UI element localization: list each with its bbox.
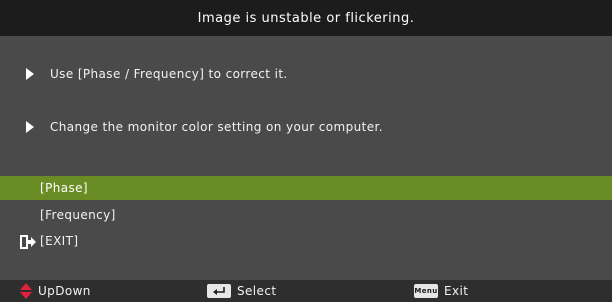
hint-exit-label: Exit bbox=[444, 284, 469, 298]
message-phase-frequency: Use [Phase / Frequency] to correct it. bbox=[0, 62, 612, 86]
hint-select-label: Select bbox=[237, 284, 277, 298]
triangle-right-icon bbox=[26, 121, 34, 133]
enter-key-icon bbox=[207, 284, 231, 298]
hint-updown: UpDown bbox=[20, 280, 91, 302]
message-monitor-color: Change the monitor color setting on your… bbox=[0, 115, 612, 139]
menu-key-icon: Menu bbox=[414, 284, 438, 298]
message-text: Use [Phase / Frequency] to correct it. bbox=[50, 67, 288, 81]
menu-item-frequency[interactable]: [Frequency] bbox=[0, 203, 612, 227]
menu-item-label: [Phase] bbox=[40, 181, 88, 195]
hint-select: Select bbox=[207, 280, 276, 302]
footer-hint-bar: UpDown Select Menu Exit bbox=[0, 280, 612, 302]
menu-item-label: [Frequency] bbox=[40, 208, 116, 222]
dialog-title: Image is unstable or flickering. bbox=[197, 10, 415, 26]
menu-item-phase[interactable]: [Phase] bbox=[0, 176, 612, 200]
message-text: Change the monitor color setting on your… bbox=[50, 120, 383, 134]
triangle-right-icon bbox=[26, 68, 34, 80]
exit-door-icon bbox=[20, 235, 36, 249]
hint-exit: Menu Exit bbox=[414, 280, 468, 302]
hint-updown-label: UpDown bbox=[38, 284, 91, 298]
menu-item-label: [EXIT] bbox=[40, 234, 79, 248]
dialog-title-bar: Image is unstable or flickering. bbox=[0, 0, 612, 36]
menu-item-exit[interactable]: [EXIT] bbox=[0, 229, 612, 253]
updown-arrows-icon bbox=[20, 283, 32, 299]
